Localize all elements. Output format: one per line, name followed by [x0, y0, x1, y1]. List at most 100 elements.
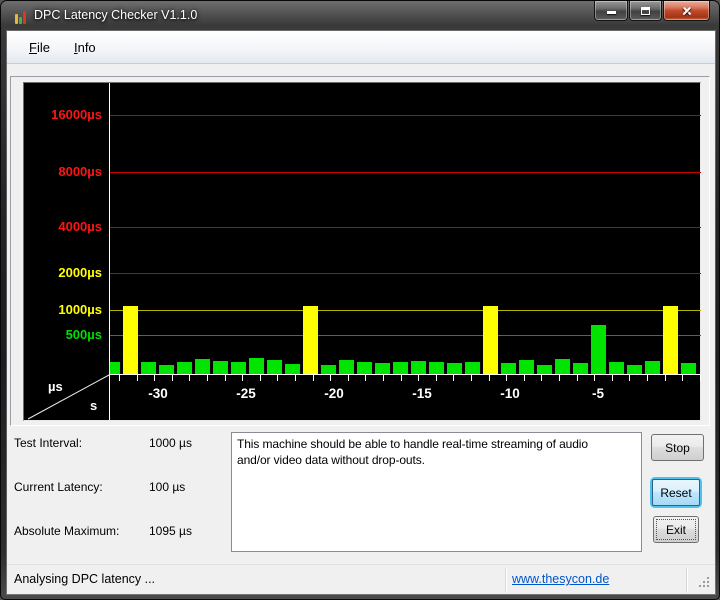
x-tick-mark — [154, 375, 155, 381]
menu-info[interactable]: Info — [64, 37, 106, 58]
x-tick-mark — [647, 375, 648, 381]
x-tick-mark — [594, 375, 595, 381]
close-button[interactable] — [663, 1, 710, 21]
status-text: Analysing DPC latency ... — [14, 572, 156, 586]
statusbar: Analysing DPC latency ... www.thesycon.d… — [7, 564, 715, 594]
x-tick-mark — [172, 375, 173, 381]
menubar: File Info — [7, 31, 715, 64]
thesycon-link[interactable]: www.thesycon.de — [512, 572, 609, 586]
latency-bar — [159, 365, 174, 374]
stat-value: 1000 µs — [149, 436, 192, 450]
latency-bar — [249, 358, 264, 374]
x-tick-mark — [489, 375, 490, 381]
y-tick-label: 1000µs — [58, 302, 102, 317]
chart-panel: 16000µs 8000µs 4000µs 2000µs 1000µs 500µs µs … — [10, 76, 710, 426]
latency-bar — [519, 360, 534, 374]
x-tick-mark — [330, 375, 331, 381]
gridline-500 — [110, 335, 701, 336]
latency-bar — [411, 361, 426, 374]
y-axis-labels: 16000µs 8000µs 4000µs 2000µs 1000µs 500µs — [24, 83, 109, 374]
stat-label: Current Latency: — [14, 480, 103, 494]
latency-bar — [645, 361, 660, 374]
close-icon — [681, 5, 693, 17]
maximize-button[interactable] — [629, 1, 662, 21]
maximize-icon — [641, 6, 650, 15]
x-tick-mark — [577, 375, 578, 381]
y-tick-label: 2000µs — [58, 265, 102, 280]
exit-button[interactable]: Exit — [653, 516, 699, 543]
latency-bar — [591, 325, 606, 374]
x-tick-mark — [401, 375, 402, 381]
latency-bar — [483, 306, 498, 374]
y-axis-line — [109, 83, 110, 420]
titlebar[interactable]: DPC Latency Checker V1.1.0 — [1, 1, 719, 31]
latency-chart: 16000µs 8000µs 4000µs 2000µs 1000µs 500µs µs … — [23, 82, 701, 421]
latency-bar — [141, 362, 156, 374]
stat-test-interval: Test Interval: 1000 µs — [14, 436, 224, 452]
x-tick-mark — [383, 375, 384, 381]
x-tick-mark — [559, 375, 560, 381]
latency-bar — [213, 361, 228, 374]
x-tick-label: -10 — [500, 386, 520, 401]
x-tick-mark — [295, 375, 296, 381]
stop-button[interactable]: Stop — [651, 434, 704, 461]
latency-bar — [285, 364, 300, 374]
x-tick-label: -25 — [236, 386, 256, 401]
latency-bar — [555, 359, 570, 374]
resize-grip-icon[interactable] — [699, 577, 712, 590]
x-tick-mark — [612, 375, 613, 381]
x-tick-mark — [277, 375, 278, 381]
gridline-1000 — [110, 310, 701, 311]
x-tick-mark — [137, 375, 138, 381]
status-separator — [686, 568, 687, 592]
latency-bar — [663, 306, 678, 374]
x-tick-mark — [700, 375, 701, 381]
x-tick-mark — [348, 375, 349, 381]
reset-button[interactable]: Reset — [652, 479, 700, 506]
y-unit-label: µs — [48, 379, 63, 394]
latency-bar — [110, 362, 120, 374]
gridline-16000 — [110, 115, 701, 116]
y-tick-label: 4000µs — [58, 219, 102, 234]
app-icon — [13, 8, 29, 24]
x-tick-mark — [629, 375, 630, 381]
x-tick-mark — [524, 375, 525, 381]
x-tick-mark — [665, 375, 666, 381]
latency-bar — [357, 362, 372, 374]
stat-value: 100 µs — [149, 480, 186, 494]
stat-current-latency: Current Latency: 100 µs — [14, 480, 224, 496]
latency-bar — [231, 362, 246, 374]
x-tick-mark — [436, 375, 437, 381]
window-controls — [593, 1, 710, 21]
latency-bar — [339, 360, 354, 374]
latency-bar — [609, 362, 624, 374]
x-tick-label: -5 — [591, 386, 605, 401]
x-tick-mark — [189, 375, 190, 381]
gridline-8000 — [110, 172, 701, 173]
x-tick-mark — [682, 375, 683, 381]
latency-bar — [123, 306, 138, 374]
latency-bar — [393, 362, 408, 374]
x-tick-label: -15 — [412, 386, 432, 401]
window-title: DPC Latency Checker V1.1.0 — [34, 8, 198, 22]
latency-bar — [267, 360, 282, 374]
x-tick-mark — [207, 375, 208, 381]
gridline-4000 — [110, 227, 701, 228]
latency-bar — [195, 359, 210, 374]
stat-absolute-maximum: Absolute Maximum: 1095 µs — [14, 524, 224, 540]
latency-bar — [303, 306, 318, 374]
reset-button-glow: Reset — [650, 477, 702, 508]
x-tick-mark — [119, 375, 120, 381]
x-tick-mark — [541, 375, 542, 381]
latency-bar — [447, 363, 462, 374]
menu-file[interactable]: File — [19, 37, 60, 58]
stat-value: 1095 µs — [149, 524, 192, 538]
latency-bar — [573, 363, 588, 374]
client-area: File Info 16000µs 8000µs 4000µs 2000µs 1000µ… — [7, 31, 715, 594]
stat-label: Test Interval: — [14, 436, 83, 450]
x-unit-label: s — [90, 398, 98, 413]
x-tick-label: -30 — [148, 386, 168, 401]
latency-bar — [375, 363, 390, 374]
minimize-button[interactable] — [594, 1, 628, 21]
x-tick-mark — [506, 375, 507, 381]
